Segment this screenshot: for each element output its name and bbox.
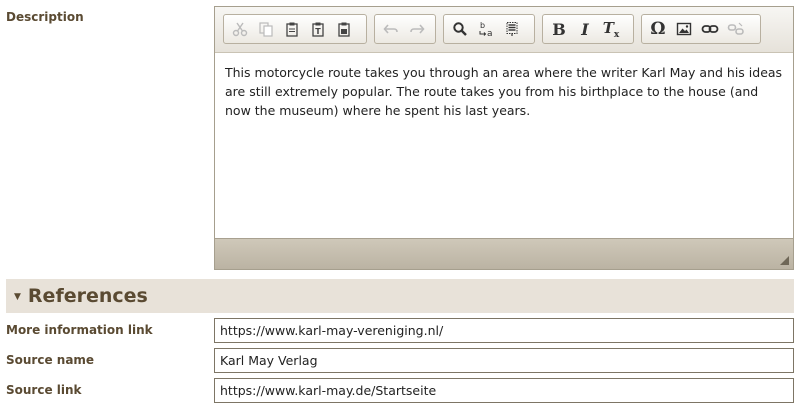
paste-from-word-icon[interactable] (331, 17, 357, 41)
replace-icon[interactable]: ba (473, 17, 499, 41)
paste-icon[interactable] (279, 17, 305, 41)
collapse-caret-icon[interactable]: ▼ (14, 292, 21, 302)
paste-text-icon[interactable]: T (305, 17, 331, 41)
resize-grip-icon[interactable] (780, 256, 789, 265)
svg-text:b: b (480, 21, 485, 30)
bold-icon[interactable]: B (546, 17, 572, 41)
clipboard-toolbar-group: T (223, 14, 367, 44)
copy-icon[interactable] (253, 17, 279, 41)
image-icon[interactable] (671, 17, 697, 41)
references-section-header[interactable]: ▼ References (6, 279, 794, 313)
editor-toolbar: T ba B I Tx Ω (215, 7, 793, 53)
basic-styles-toolbar-group: B I Tx (542, 14, 634, 44)
link-icon[interactable] (697, 17, 723, 41)
insert-toolbar-group: Ω (641, 14, 761, 44)
find-icon[interactable] (447, 17, 473, 41)
italic-icon[interactable]: I (572, 17, 598, 41)
description-label: Description (6, 10, 84, 24)
editor-content[interactable]: This motorcycle route takes you through … (215, 53, 793, 238)
history-toolbar-group (374, 14, 436, 44)
remove-format-icon[interactable]: Tx (598, 17, 624, 41)
special-character-icon[interactable]: Ω (645, 17, 671, 41)
references-section-title: References (27, 285, 148, 307)
cut-icon[interactable] (227, 17, 253, 41)
unlink-icon[interactable] (723, 17, 749, 41)
select-all-icon[interactable] (499, 17, 525, 41)
source-link-input[interactable] (214, 378, 794, 403)
editing-toolbar-group: ba (443, 14, 535, 44)
editor-statusbar (215, 238, 793, 269)
undo-icon[interactable] (378, 17, 404, 41)
svg-text:T: T (315, 27, 321, 36)
source-name-input[interactable] (214, 348, 794, 373)
source-name-label: Source name (6, 353, 95, 367)
svg-text:a: a (487, 29, 493, 38)
more-info-link-input[interactable] (214, 318, 794, 343)
more-info-link-label: More information link (6, 323, 153, 337)
rich-text-editor: T ba B I Tx Ω This motorcycle route take… (214, 6, 794, 270)
redo-icon[interactable] (404, 17, 430, 41)
source-link-label: Source link (6, 383, 82, 397)
